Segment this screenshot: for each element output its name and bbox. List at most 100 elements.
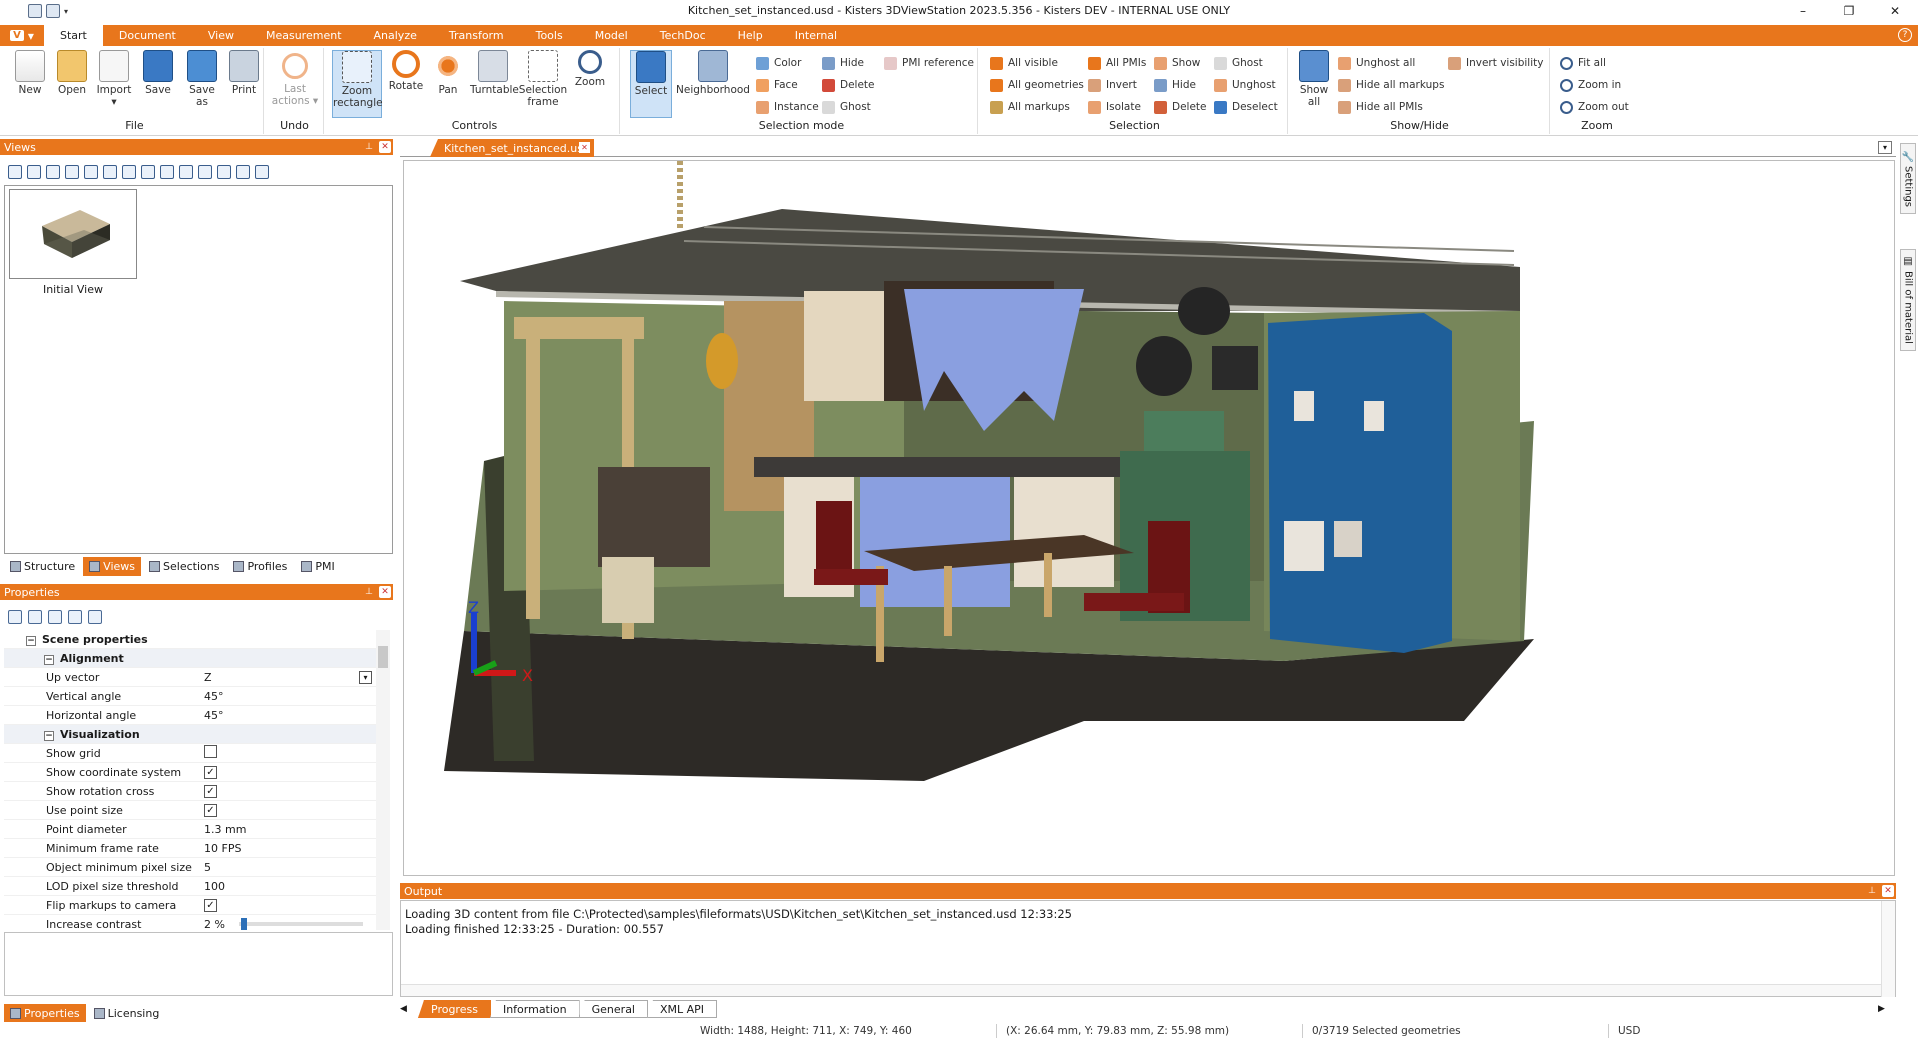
tab-model[interactable]: Model bbox=[579, 25, 644, 46]
tab-start[interactable]: Start bbox=[44, 25, 103, 46]
copy-icon[interactable] bbox=[48, 610, 62, 624]
invert-selection-button[interactable]: Invert bbox=[1088, 76, 1137, 94]
selection-frame-button[interactable]: Selection frame bbox=[518, 50, 568, 108]
prop-row-up-vector[interactable]: Up vector Z ▾ bbox=[4, 668, 376, 687]
tab-internal[interactable]: Internal bbox=[779, 25, 853, 46]
close-icon[interactable]: ✕ bbox=[579, 142, 590, 153]
up-vector-value[interactable]: Z bbox=[204, 671, 212, 684]
quick-access-dropdown-icon[interactable]: ▾ bbox=[64, 7, 68, 16]
view-option-icon[interactable] bbox=[217, 165, 231, 179]
close-icon[interactable]: ✕ bbox=[379, 141, 391, 153]
maximize-button[interactable]: ❐ bbox=[1826, 0, 1872, 22]
add-view-icon[interactable] bbox=[27, 165, 41, 179]
import-button[interactable]: Import ▾ bbox=[94, 50, 134, 108]
prop-row-show-coordinate-system[interactable]: Show coordinate system ✓ bbox=[4, 763, 376, 782]
hide-mode-button[interactable]: Hide bbox=[822, 54, 864, 72]
home-view-icon[interactable] bbox=[8, 165, 22, 179]
prop-row-lod-pixel-size-threshold[interactable]: LOD pixel size threshold 100 bbox=[4, 877, 376, 896]
dropdown-arrow-icon[interactable]: ▾ bbox=[359, 670, 372, 684]
edit-quick-icon[interactable] bbox=[46, 4, 60, 18]
tabs-scroll-left-icon[interactable]: ◀ bbox=[400, 1004, 418, 1014]
view-option-icon[interactable] bbox=[236, 165, 250, 179]
last-actions-button[interactable]: Last actions ▾ bbox=[270, 50, 320, 107]
show-coordinate-system-checkbox[interactable]: ✓ bbox=[204, 766, 217, 779]
all-pmis-button[interactable]: All PMIs bbox=[1088, 54, 1146, 72]
flip-markups-checkbox[interactable]: ✓ bbox=[204, 899, 217, 912]
stop-icon[interactable] bbox=[103, 165, 117, 179]
tab-properties[interactable]: Properties bbox=[4, 1004, 86, 1023]
tab-information[interactable]: Information bbox=[489, 1000, 580, 1018]
prop-row-minimum-frame-rate[interactable]: Minimum frame rate 10 FPS bbox=[4, 839, 376, 858]
all-visible-button[interactable]: All visible bbox=[990, 54, 1058, 72]
print-button[interactable]: Print bbox=[224, 50, 264, 96]
zoom-rectangle-button[interactable]: Zoom rectangle bbox=[332, 50, 383, 118]
app-menu-button[interactable]: V ▾ bbox=[0, 25, 44, 46]
pan-button[interactable]: Pan bbox=[428, 50, 468, 96]
view-option-icon[interactable] bbox=[160, 165, 174, 179]
isolate-button[interactable]: Isolate bbox=[1088, 98, 1141, 116]
pin-icon[interactable]: ⊥ bbox=[1866, 885, 1878, 897]
ghost-selection-button[interactable]: Ghost bbox=[1214, 54, 1263, 72]
zoom-button[interactable]: Zoom bbox=[570, 50, 610, 88]
new-button[interactable]: New bbox=[10, 50, 50, 96]
hide-all-pmis-button[interactable]: Hide all PMIs bbox=[1338, 98, 1423, 116]
section-visualization[interactable]: − Visualization bbox=[4, 725, 376, 744]
tab-progress[interactable]: Progress bbox=[418, 1000, 491, 1018]
rotate-button[interactable]: Rotate bbox=[386, 50, 426, 92]
tab-analyze[interactable]: Analyze bbox=[358, 25, 433, 46]
show-grid-checkbox[interactable] bbox=[204, 745, 217, 758]
previous-view-icon[interactable] bbox=[84, 165, 98, 179]
help-icon[interactable]: ? bbox=[1898, 28, 1912, 42]
zoom-out-button[interactable]: Zoom out bbox=[1560, 98, 1629, 116]
show-all-button[interactable]: Show all bbox=[1294, 50, 1334, 108]
save-button[interactable]: Save bbox=[138, 50, 178, 96]
filter-icon[interactable] bbox=[88, 610, 102, 624]
tab-profiles[interactable]: Profiles bbox=[227, 557, 293, 576]
document-list-dropdown-icon[interactable]: ▾ bbox=[1878, 141, 1892, 154]
tab-tools[interactable]: Tools bbox=[520, 25, 579, 46]
select-button[interactable]: Select bbox=[630, 50, 672, 118]
output-vertical-scrollbar[interactable] bbox=[1881, 901, 1895, 997]
show-selection-button[interactable]: Show bbox=[1154, 54, 1200, 72]
fit-all-button[interactable]: Fit all bbox=[1560, 54, 1606, 72]
tab-techdoc[interactable]: TechDoc bbox=[644, 25, 722, 46]
bill-of-material-side-tab[interactable]: ▤ Bill of material bbox=[1900, 249, 1916, 351]
view-option-icon[interactable] bbox=[198, 165, 212, 179]
prop-row-show-rotation-cross[interactable]: Show rotation cross ✓ bbox=[4, 782, 376, 801]
tab-pmi[interactable]: PMI bbox=[295, 557, 340, 576]
tab-document[interactable]: Document bbox=[103, 25, 192, 46]
turntable-button[interactable]: Turntable bbox=[470, 50, 519, 96]
save-as-button[interactable]: Save as bbox=[182, 50, 222, 108]
tab-transform[interactable]: Transform bbox=[433, 25, 520, 46]
3d-viewport[interactable]: Z X bbox=[403, 160, 1895, 876]
prop-row-point-diameter[interactable]: Point diameter 1.3 mm bbox=[4, 820, 376, 839]
refresh-icon[interactable] bbox=[68, 610, 82, 624]
view-thumbnail[interactable] bbox=[9, 189, 137, 279]
prop-row-horizontal-angle[interactable]: Horizontal angle 45° bbox=[4, 706, 376, 725]
tab-selections[interactable]: Selections bbox=[143, 557, 225, 576]
tab-measurement[interactable]: Measurement bbox=[250, 25, 358, 46]
collapse-all-icon[interactable] bbox=[28, 610, 42, 624]
pin-icon[interactable]: ⊥ bbox=[363, 586, 375, 598]
prop-row-flip-markups-to-camera[interactable]: Flip markups to camera ✓ bbox=[4, 896, 376, 915]
tab-xml-api[interactable]: XML API bbox=[647, 1000, 718, 1018]
prop-row-object-minimum-pixel-size[interactable]: Object minimum pixel size 5 bbox=[4, 858, 376, 877]
deselect-button[interactable]: Deselect bbox=[1214, 98, 1278, 116]
instance-mode-button[interactable]: Instance bbox=[756, 98, 819, 116]
all-markups-button[interactable]: All markups bbox=[990, 98, 1070, 116]
face-mode-button[interactable]: Face bbox=[756, 76, 798, 94]
minimize-button[interactable]: – bbox=[1780, 0, 1826, 22]
document-tab[interactable]: Kitchen_set_instanced.usd ✕ bbox=[430, 139, 594, 157]
tab-help[interactable]: Help bbox=[722, 25, 779, 46]
section-alignment[interactable]: − Alignment bbox=[4, 649, 376, 668]
view-option-icon[interactable] bbox=[255, 165, 269, 179]
tab-licensing[interactable]: Licensing bbox=[88, 1004, 166, 1023]
update-view-icon[interactable] bbox=[46, 165, 60, 179]
settings-side-tab[interactable]: 🔧 Settings bbox=[1900, 143, 1916, 215]
prop-row-vertical-angle[interactable]: Vertical angle 45° bbox=[4, 687, 376, 706]
all-geometries-button[interactable]: All geometries bbox=[990, 76, 1084, 94]
close-icon[interactable]: ✕ bbox=[379, 586, 391, 598]
tabs-scroll-right-icon[interactable]: ▶ bbox=[1878, 1004, 1896, 1014]
view-option-icon[interactable] bbox=[179, 165, 193, 179]
tab-views[interactable]: Views bbox=[83, 557, 142, 576]
